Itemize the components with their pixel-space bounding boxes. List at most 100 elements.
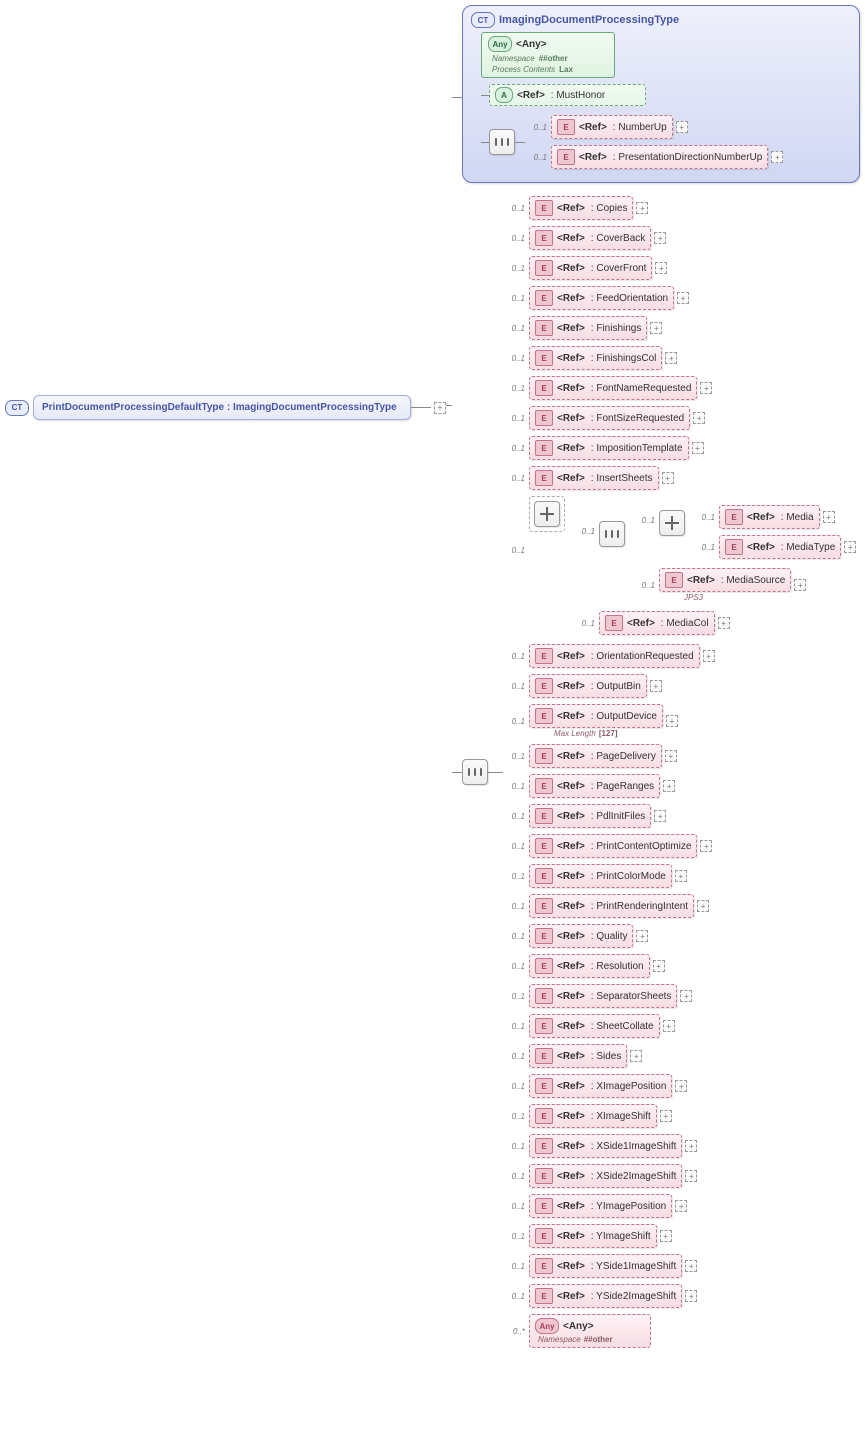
cardinality-label: 0..1 [503, 354, 525, 363]
expand-icon[interactable]: + [663, 1020, 675, 1032]
element-row: 0..1E<Ref>: PrintRenderingIntent+ [503, 894, 856, 918]
element-box: E<Ref>: Sides [529, 1044, 627, 1068]
expand-icon[interactable]: + [693, 412, 705, 424]
expand-icon[interactable]: + [675, 1080, 687, 1092]
element-row: 0..1E<Ref>: XImagePosition+ [503, 1074, 856, 1098]
expand-icon[interactable]: + [823, 511, 835, 523]
expand-icon[interactable]: + [653, 960, 665, 972]
expand-icon[interactable]: + [666, 715, 678, 727]
sequence-icon [462, 759, 488, 785]
expand-icon[interactable]: + [630, 1050, 642, 1062]
expand-icon[interactable]: + [675, 1200, 687, 1212]
expand-icon[interactable]: + [636, 930, 648, 942]
cardinality-label: 0..1 [525, 153, 547, 162]
element-box: E<Ref>: MediaSource [659, 568, 791, 592]
expand-icon[interactable]: + [697, 900, 709, 912]
ct-icon: CT [5, 400, 29, 416]
element-row: 0..1E<Ref>: Resolution+ [503, 954, 856, 978]
cardinality-label: 0..* [503, 1327, 525, 1336]
element-box: E<Ref>: Finishings [529, 316, 647, 340]
element-icon: E [557, 119, 575, 135]
element-icon: E [535, 1078, 553, 1094]
element-meta: JPS3 [659, 593, 791, 602]
element-icon: E [535, 440, 553, 456]
expand-icon[interactable]: + [675, 870, 687, 882]
cardinality-label: 0..1 [503, 842, 525, 851]
expand-icon[interactable]: + [662, 472, 674, 484]
complex-type-title: ImagingDocumentProcessingType [499, 14, 679, 26]
expand-icon[interactable]: + [676, 121, 688, 133]
element-icon: E [535, 838, 553, 854]
expand-icon[interactable]: + [434, 402, 446, 414]
main-element-list: 0..1E<Ref>: Copies+0..1E<Ref>: CoverBack… [503, 193, 856, 1351]
cardinality-label: 0..1 [573, 619, 595, 628]
element-box: E<Ref>: YSide1ImageShift [529, 1254, 682, 1278]
element-icon: E [725, 539, 743, 555]
element-icon: E [535, 748, 553, 764]
expand-icon[interactable]: + [660, 1230, 672, 1242]
expand-icon[interactable]: + [685, 1140, 697, 1152]
root-label: PrintDocumentProcessingDefaultType : Ima… [33, 395, 411, 420]
expand-icon[interactable]: + [680, 990, 692, 1002]
cardinality-label: 0..1 [503, 444, 525, 453]
connector [452, 97, 462, 98]
expand-icon[interactable]: + [660, 1110, 672, 1122]
element-box: E<Ref>: YSide2ImageShift [529, 1284, 682, 1308]
cardinality-label: 0..1 [503, 1082, 525, 1091]
element-icon: E [535, 200, 553, 216]
element-box: E<Ref>: Copies [529, 196, 633, 220]
expand-icon[interactable]: + [677, 292, 689, 304]
expand-icon[interactable]: + [650, 680, 662, 692]
element-row: 0..1E<Ref>: YSide2ImageShift+ [503, 1284, 856, 1308]
element-icon: E [535, 1288, 553, 1304]
element-icon: E [535, 380, 553, 396]
element-row: 0..1E<Ref>: Sides+ [503, 1044, 856, 1068]
element-row: 0..1E<Ref>: OrientationRequested+ [503, 644, 856, 668]
element-row: 0..1E<Ref>: Finishings+ [503, 316, 856, 340]
element-box: E<Ref>: PageDelivery [529, 744, 662, 768]
expand-icon[interactable]: + [636, 202, 648, 214]
element-icon: E [535, 290, 553, 306]
expand-icon[interactable]: + [700, 382, 712, 394]
expand-icon[interactable]: + [654, 810, 666, 822]
expand-icon[interactable]: + [663, 780, 675, 792]
expand-icon[interactable]: + [665, 352, 677, 364]
expand-icon[interactable]: + [665, 750, 677, 762]
element-icon: E [535, 1048, 553, 1064]
any-attribute-box: Any<Any> Namespace##other Process Conten… [481, 32, 615, 78]
element-row: 0..1E<Ref>: SeparatorSheets+ [503, 984, 856, 1008]
element-row: 0..1E<Ref>: CoverFront+ [503, 256, 856, 280]
expand-icon[interactable]: + [844, 541, 856, 553]
element-icon: E [725, 509, 743, 525]
element-box: E<Ref>: XSide2ImageShift [529, 1164, 682, 1188]
element-icon: E [535, 898, 553, 914]
expand-icon[interactable]: + [650, 322, 662, 334]
cardinality-label: 0..1 [503, 1172, 525, 1181]
element-icon: E [535, 648, 553, 664]
element-box: E<Ref>: ImpositionTemplate [529, 436, 689, 460]
expand-icon[interactable]: + [685, 1170, 697, 1182]
element-numberup: E <Ref> : NumberUp [551, 115, 673, 139]
cardinality-label: 0..1 [503, 234, 525, 243]
choice-container [529, 496, 565, 532]
element-row: 0..1E<Ref>: FontNameRequested+ [503, 376, 856, 400]
expand-icon[interactable]: + [685, 1290, 697, 1302]
element-row: 0..1E<Ref>: FontSizeRequested+ [503, 406, 856, 430]
element-row: 0..1E<Ref>: FinishingsCol+ [503, 346, 856, 370]
expand-icon[interactable]: + [794, 579, 806, 591]
cardinality-label: 0..1 [503, 782, 525, 791]
element-icon: E [535, 230, 553, 246]
cardinality-label: 0..1 [503, 902, 525, 911]
expand-icon[interactable]: + [655, 262, 667, 274]
expand-icon[interactable]: + [703, 650, 715, 662]
element-box: E<Ref>: FeedOrientation [529, 286, 674, 310]
cardinality-label: 0..1 [503, 474, 525, 483]
expand-icon[interactable]: + [771, 151, 783, 163]
expand-icon[interactable]: + [700, 840, 712, 852]
element-icon: E [535, 708, 553, 724]
cardinality-label: 0..1 [503, 1142, 525, 1151]
expand-icon[interactable]: + [654, 232, 666, 244]
expand-icon[interactable]: + [692, 442, 704, 454]
expand-icon[interactable]: + [718, 617, 730, 629]
expand-icon[interactable]: + [685, 1260, 697, 1272]
